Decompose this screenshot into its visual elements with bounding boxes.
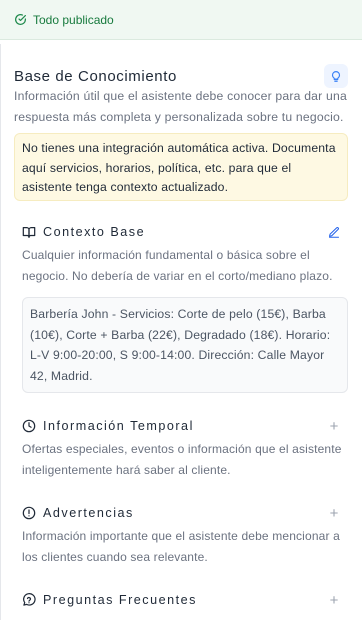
section-title: Advertencias [43,506,134,520]
plus-icon[interactable]: + [326,592,342,609]
section-description: Cualquier información fundamental o bási… [22,248,333,283]
publish-status-bar: Todo publicado [0,0,362,40]
publish-status-label: Todo publicado [33,12,114,27]
context-content-box[interactable]: Barbería John - Servicios: Corte de pelo… [22,297,348,393]
plus-icon[interactable]: + [326,505,342,522]
section-title: Preguntas Frecuentes [43,593,197,607]
page-title: Base de Conocimiento [14,67,177,85]
section-title: Información Temporal [43,419,194,433]
lightbulb-icon[interactable] [324,64,348,88]
section-informacion-temporal: Información Temporal + Ofertas especiale… [22,416,348,480]
integration-notice: No tienes una integración automática act… [14,133,348,201]
section-description: Ofertas especiales, eventos o informació… [22,442,342,477]
section-contexto-base: Contexto Base Cualquier información fund… [22,222,348,393]
plus-icon[interactable]: + [326,418,342,435]
section-preguntas-frecuentes: Preguntas Frecuentes + [22,590,348,610]
clock-icon [22,419,36,433]
book-open-icon [22,225,36,239]
section-title: Contexto Base [43,225,146,239]
page-subtitle: Información útil que el asistente debe c… [14,89,347,124]
alert-circle-icon [22,506,36,520]
integration-notice-text: No tienes una integración automática act… [22,141,336,194]
check-circle-icon [14,13,33,26]
section-advertencias: Advertencias + Información importante qu… [22,503,348,567]
section-description: Información importante que el asistente … [22,529,340,564]
knowledge-base-header: Base de Conocimiento [14,64,348,88]
pencil-icon[interactable] [326,224,342,240]
question-bubble-icon [22,593,36,607]
context-content-text: Barbería John - Servicios: Corte de pelo… [30,307,331,383]
knowledge-base-panel: Base de Conocimiento Información útil qu… [0,44,362,620]
